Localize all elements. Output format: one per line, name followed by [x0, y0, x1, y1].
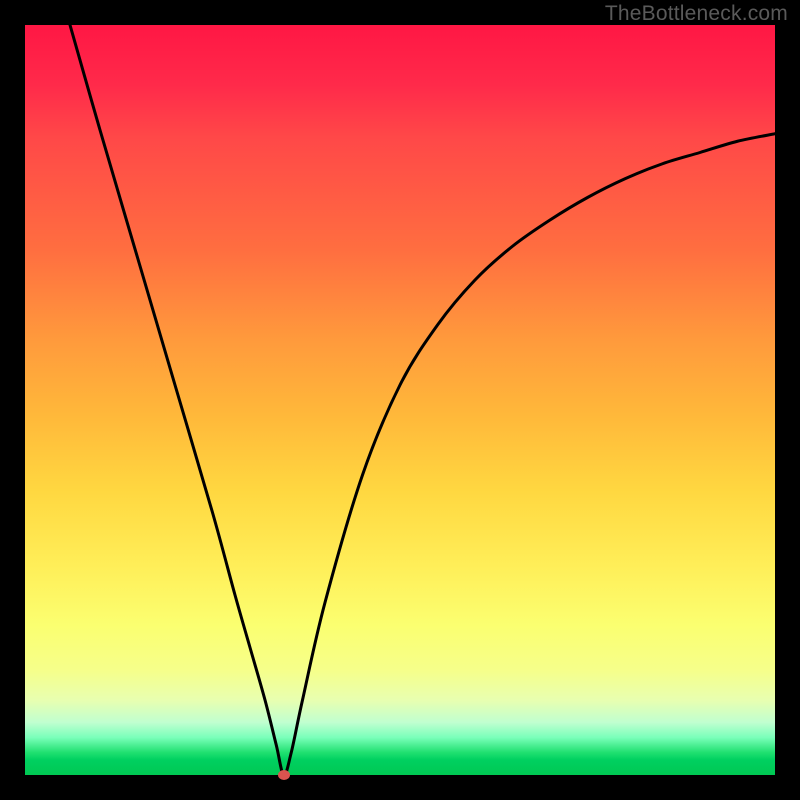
gradient-plot-area — [25, 25, 775, 775]
chart-frame: TheBottleneck.com — [0, 0, 800, 800]
watermark-text: TheBottleneck.com — [605, 2, 788, 26]
optimal-point-marker — [278, 770, 290, 780]
